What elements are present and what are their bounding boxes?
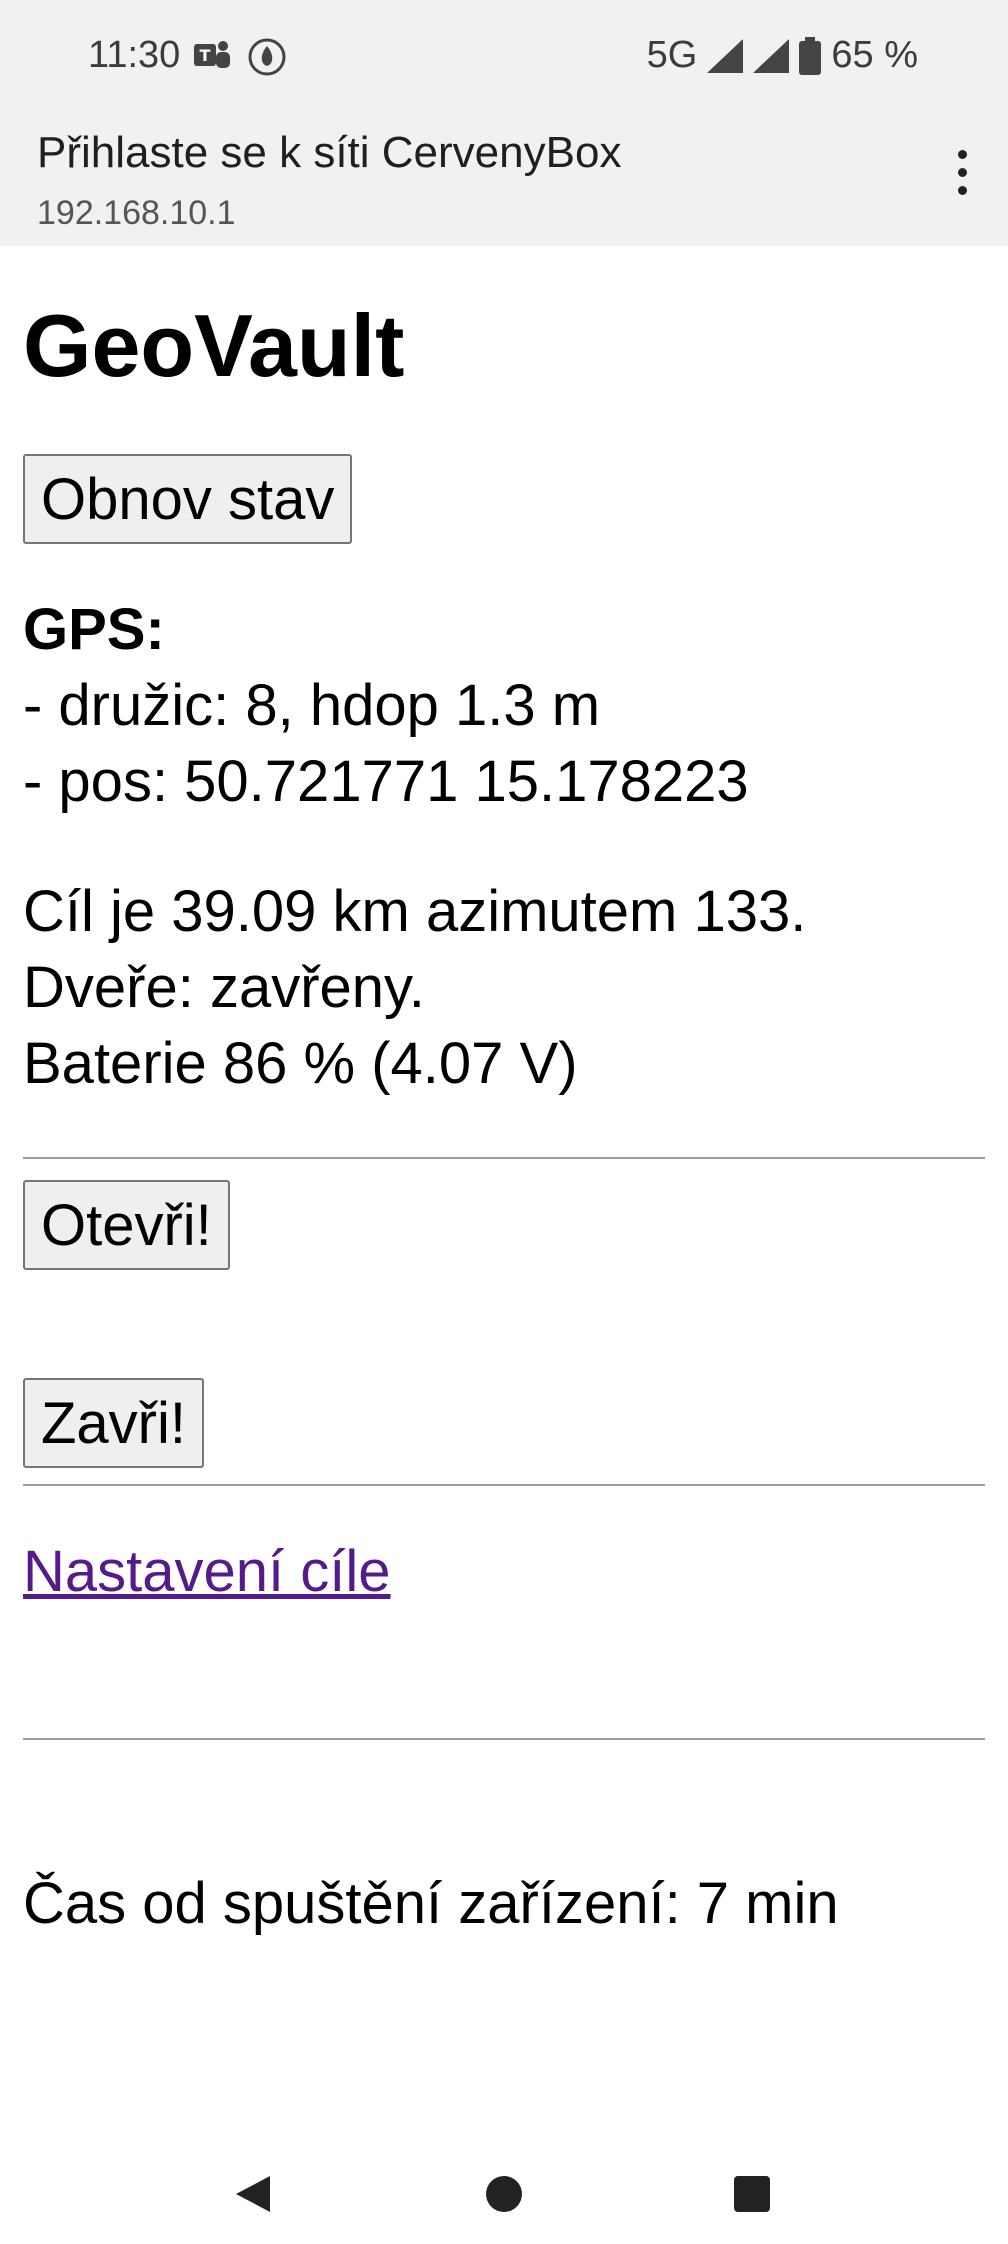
status-time: 11:30 (88, 34, 181, 76)
battery-percent: 65 % (831, 34, 918, 76)
network-type: 5G (646, 34, 698, 76)
gps-satellites: - družic: 8, hdop 1.3 m (23, 673, 601, 738)
divider (23, 1157, 985, 1159)
target-info: Cíl je 39.09 km azimutem 133. (23, 879, 807, 944)
gps-label: GPS: (23, 597, 165, 662)
battery-icon (799, 36, 822, 75)
recents-icon[interactable] (734, 2176, 770, 2212)
target-settings-link[interactable]: Nastavení cíle (23, 1538, 391, 1605)
open-button[interactable]: Otevři! (23, 1180, 230, 1270)
refresh-button[interactable]: Obnov stav (23, 454, 353, 544)
app-icon (248, 38, 286, 81)
home-icon[interactable] (486, 2176, 522, 2212)
portal-url: 192.168.10.1 (37, 194, 236, 232)
page-title: GeoVault (23, 296, 405, 395)
battery-status: Baterie 86 % (4.07 V) (23, 1031, 578, 1096)
signal-icon (753, 38, 790, 73)
browser-chrome: 11:30 T 5G 65 % Přihlaste se k síti Cerv… (0, 0, 1008, 246)
signal-icon (707, 38, 744, 73)
portal-title: Přihlaste se k síti CervenyBox (37, 128, 622, 177)
gps-position: - pos: 50.721771 15.178223 (23, 749, 749, 814)
divider (23, 1738, 985, 1740)
teams-icon: T (194, 38, 232, 77)
back-icon[interactable] (236, 2176, 270, 2212)
close-button[interactable]: Zavři! (23, 1378, 204, 1468)
svg-text:T: T (200, 46, 211, 65)
uptime-status: Čas od spuštění zařízení: 7 min (23, 1871, 839, 1936)
more-vert-icon[interactable] (958, 150, 968, 204)
door-status: Dveře: zavřeny. (23, 955, 425, 1020)
divider (23, 1484, 985, 1486)
system-navigation-bar (0, 2144, 1008, 2244)
status-indicators: 5G 65 % (637, 34, 918, 77)
